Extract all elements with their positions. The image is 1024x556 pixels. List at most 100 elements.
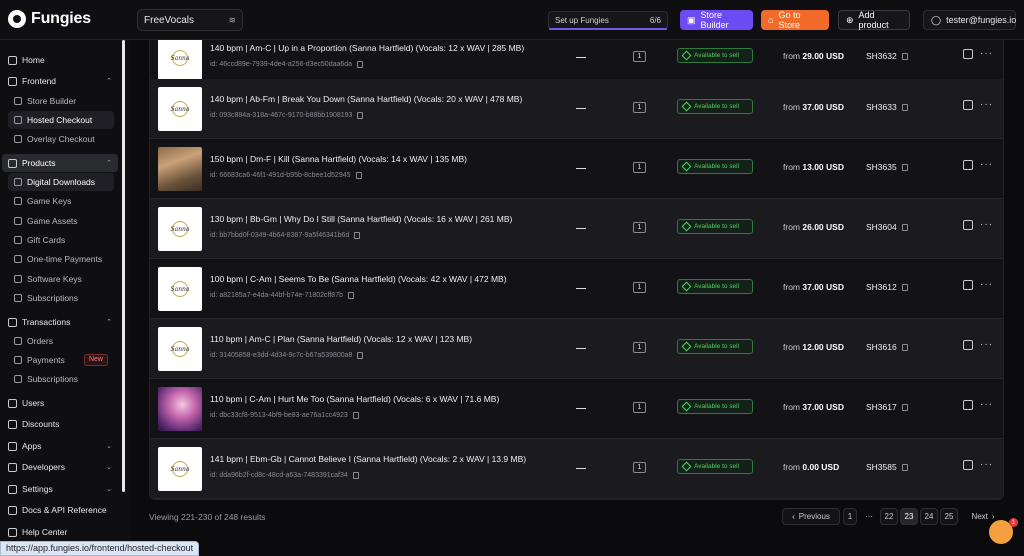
users-icon [8,398,17,408]
sidebar-item-software-keys[interactable]: Software Keys [8,270,114,288]
product-title[interactable]: 150 bpm | Dm-F | Kill (Sanna Hartfield) … [210,154,467,164]
main-content: Sanna 140 bpm | Am-C | Up in a Proportion… [131,40,1024,556]
help-icon [8,527,17,537]
store-selector[interactable]: FreeVocals ≋ [137,9,243,31]
sidebar-item-discounts[interactable]: Discounts [2,415,118,433]
table-row[interactable]: Sanna 141 bpm | Ebm-Gb | Cannot Believe I… [150,439,1003,499]
sidebar-item-store-builder[interactable]: Store Builder [8,92,114,110]
copy-icon[interactable] [352,412,359,419]
user-menu[interactable]: ◯ tester@fungies.io [923,10,1016,30]
store-builder-button[interactable]: ▣ Store Builder [680,10,753,30]
sidebar-item-subscriptions-transactions[interactable]: Subscriptions [8,370,114,388]
sidebar-item-users[interactable]: Users [2,394,118,412]
sidebar-item-home[interactable]: Home [2,51,118,69]
sidebar-item-developers[interactable]: Developers ⌄ [2,458,118,476]
more-options-icon[interactable]: ··· [980,459,993,470]
edit-icon[interactable] [963,100,973,110]
copy-icon[interactable] [357,61,364,68]
product-title[interactable]: 130 bpm | Bb-Gm | Why Do I Still (Sanna … [210,214,512,224]
sidebar-item-digital-downloads[interactable]: Digital Downloads [8,173,114,191]
sidebar-item-hosted-checkout[interactable]: Hosted Checkout [8,111,114,129]
sidebar-item-one-time-payments[interactable]: One-time Payments [8,250,114,268]
copy-icon[interactable] [901,223,908,231]
add-product-label: Add product [858,10,889,30]
copy-icon[interactable] [354,232,361,239]
quantity-badge: 1 [633,402,646,413]
table-row[interactable]: Sanna 100 bpm | C-Am | Seems To Be (Sanna… [150,259,1003,319]
sidebar-item-frontend[interactable]: Frontend ⌃ [2,72,118,90]
copy-icon[interactable] [347,292,354,299]
sidebar-item-orders[interactable]: Orders [8,332,114,350]
key-icon [14,197,22,205]
copy-icon[interactable] [901,463,908,471]
page-button-23[interactable]: 23 [900,508,918,525]
edit-icon[interactable] [963,400,973,410]
sidebar-item-game-keys[interactable]: Game Keys [8,192,114,210]
more-options-icon[interactable]: ··· [980,99,993,110]
product-thumbnail[interactable]: Sanna [158,207,202,251]
product-title[interactable]: 100 bpm | C-Am | Seems To Be (Sanna Hart… [210,274,507,284]
sidebar-item-game-assets[interactable]: Game Assets [8,212,114,230]
table-row[interactable]: Sanna 130 bpm | Bb-Gm | Why Do I Still (S… [150,199,1003,259]
table-row[interactable]: 110 bpm | C-Am | Hurt Me Too (Sanna Hart… [150,379,1003,439]
setup-progress[interactable]: Set up Fungies 6/6 [548,11,668,30]
edit-icon[interactable] [963,340,973,350]
table-row[interactable]: Sanna 140 bpm | Ab-Fm | Break You Down (S… [150,79,1003,139]
edit-icon[interactable] [963,280,973,290]
product-thumbnail[interactable] [158,147,202,191]
more-options-icon[interactable]: ··· [980,159,993,170]
more-options-icon[interactable]: ··· [980,219,993,230]
go-to-store-button[interactable]: ⌂ Go to Store [761,10,829,30]
chevron-up-icon: ⌃ [106,319,112,326]
product-thumbnail[interactable] [158,387,202,431]
copy-icon[interactable] [901,283,908,291]
product-title[interactable]: 140 bpm | Ab-Fm | Break You Down (Sanna … [210,94,522,104]
copy-icon[interactable] [901,52,908,60]
product-thumbnail[interactable]: Sanna [158,267,202,311]
sidebar-item-settings[interactable]: Settings ⌄ [2,480,118,498]
edit-icon[interactable] [963,460,973,470]
edit-icon[interactable] [963,49,973,59]
product-thumbnail[interactable]: Sanna [158,447,202,491]
page-button-24[interactable]: 24 [920,508,938,525]
copy-icon[interactable] [352,472,359,479]
sidebar-scrollbar[interactable] [122,40,125,492]
sidebar-item-products[interactable]: Products ⌃ [2,154,118,172]
edit-icon[interactable] [963,220,973,230]
sidebar-item-payments[interactable]: Payments New [8,351,114,369]
sidebar-item-gift-cards[interactable]: Gift Cards [8,231,114,249]
copy-icon[interactable] [355,172,362,179]
product-thumbnail[interactable]: Sanna [158,327,202,371]
product-title[interactable]: 110 bpm | Am-C | Plan (Sanna Hartfield) … [210,334,472,344]
page-button-22[interactable]: 22 [880,508,898,525]
copy-icon[interactable] [357,352,364,359]
previous-page-button[interactable]: ‹ Previous [782,508,840,525]
sidebar-item-overlay-checkout[interactable]: Overlay Checkout [8,130,114,148]
sidebar-item-docs[interactable]: Docs & API Reference [2,501,118,519]
table-row[interactable]: 150 bpm | Dm-F | Kill (Sanna Hartfield) … [150,139,1003,199]
more-options-icon[interactable]: ··· [980,339,993,350]
copy-icon[interactable] [901,343,908,351]
copy-icon[interactable] [901,163,908,171]
product-thumbnail[interactable]: Sanna [158,87,202,131]
product-title[interactable]: 110 bpm | C-Am | Hurt Me Too (Sanna Hart… [210,394,499,404]
more-options-icon[interactable]: ··· [980,399,993,410]
more-options-icon[interactable]: ··· [980,48,993,59]
page-button-25[interactable]: 25 [940,508,958,525]
copy-icon[interactable] [357,112,364,119]
product-thumbnail[interactable]: Sanna [158,40,202,80]
more-options-icon[interactable]: ··· [980,279,993,290]
sidebar-item-transactions[interactable]: Transactions ⌃ [2,313,118,331]
copy-icon[interactable] [901,403,908,411]
add-product-button[interactable]: ⊕ Add product [838,10,910,30]
product-title[interactable]: 140 bpm | Am-C | Up in a Proportion (San… [210,43,524,53]
edit-icon[interactable] [963,160,973,170]
product-title[interactable]: 141 bpm | Ebm-Gb | Cannot Believe I (San… [210,454,526,464]
sidebar-item-subscriptions-products[interactable]: Subscriptions [8,289,114,307]
copy-icon[interactable] [901,103,908,111]
page-button-1[interactable]: 1 [843,508,857,525]
table-row[interactable]: Sanna 110 bpm | Am-C | Plan (Sanna Hartfi… [150,319,1003,379]
sidebar-item-apps[interactable]: Apps ⌄ [2,437,118,455]
fungies-logo[interactable]: Fungies [8,10,91,28]
sidebar-item-help-center[interactable]: Help Center [2,523,118,541]
